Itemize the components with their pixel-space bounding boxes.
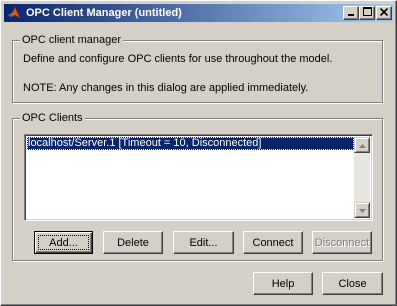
arrow-down-icon — [358, 204, 366, 216]
opc-clients-listbox[interactable]: localhost/Server.1 [Timeout = 10, Discon… — [24, 134, 373, 221]
description-text: Define and configure OPC clients for use… — [23, 53, 333, 65]
close-icon — [379, 7, 389, 19]
maximize-icon — [362, 7, 372, 19]
list-item[interactable]: localhost/Server.1 [Timeout = 10, Discon… — [27, 137, 354, 150]
help-button-label: Help — [271, 277, 295, 290]
window-title: OPC Client Manager (untitled) — [26, 7, 182, 19]
client-manager-group: OPC client manager Define and configure … — [12, 34, 383, 103]
add-button[interactable]: Add... — [34, 231, 93, 254]
edit-button-label: Edit... — [189, 236, 218, 249]
delete-button-label: Delete — [117, 236, 149, 249]
focus-indicator — [38, 235, 89, 250]
minimize-icon — [347, 7, 355, 19]
connect-button-label: Connect — [252, 236, 294, 249]
arrow-up-icon — [358, 139, 366, 151]
scroll-up-button[interactable] — [354, 137, 370, 153]
close-window-button[interactable] — [376, 6, 392, 20]
connect-button[interactable]: Connect — [243, 231, 303, 254]
minimize-button[interactable] — [343, 6, 359, 20]
close-button-label: Close — [338, 277, 367, 290]
title-bar[interactable]: OPC Client Manager (untitled) — [4, 4, 393, 22]
delete-button[interactable]: Delete — [103, 231, 163, 254]
disconnect-button-label: Disconnect — [314, 236, 370, 249]
close-button[interactable]: Close — [322, 272, 383, 295]
scroll-down-button[interactable] — [354, 202, 370, 218]
listbox-scrollbar[interactable] — [354, 137, 370, 218]
matlab-icon[interactable] — [6, 5, 22, 21]
note-text: NOTE: Any changes in this dialog are app… — [23, 82, 309, 94]
help-button[interactable]: Help — [253, 272, 313, 295]
opc-clients-group-legend: OPC Clients — [20, 112, 85, 125]
dialog-window: OPC Client Manager (untitled) OPC client… — [0, 0, 397, 306]
client-manager-group-legend: OPC client manager — [20, 34, 124, 47]
edit-button[interactable]: Edit... — [173, 231, 234, 254]
disconnect-button[interactable]: Disconnect — [312, 231, 372, 254]
maximize-button[interactable] — [359, 6, 375, 20]
